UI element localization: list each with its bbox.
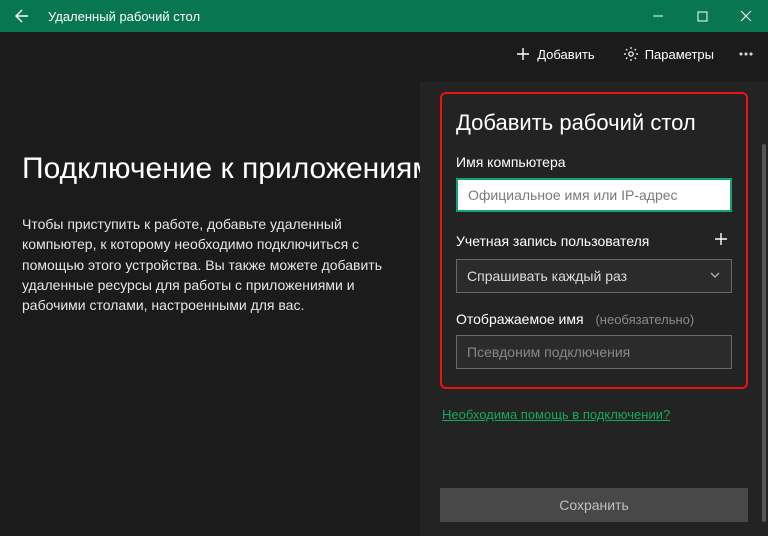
page-heading: Подключение к приложениям <box>22 152 420 186</box>
toolbar: Добавить Параметры <box>497 32 768 76</box>
more-button[interactable] <box>732 40 760 68</box>
more-icon <box>738 46 754 62</box>
plus-icon <box>515 46 531 62</box>
maximize-icon <box>697 11 708 22</box>
main-content: Подключение к приложениям Чтобы приступи… <box>0 32 420 315</box>
help-link[interactable]: Необходима помощь в подключении? <box>442 407 748 422</box>
titlebar: Удаленный рабочий стол <box>0 0 768 32</box>
back-button[interactable] <box>0 0 44 32</box>
display-hint: (необязательно) <box>595 312 694 327</box>
save-label: Сохранить <box>559 497 629 513</box>
close-icon <box>740 10 752 22</box>
panel-footer: Сохранить <box>440 488 748 522</box>
account-label: Учетная запись пользователя <box>456 233 649 249</box>
close-button[interactable] <box>724 0 768 32</box>
add-account-button[interactable] <box>710 230 732 251</box>
settings-label: Параметры <box>645 47 714 62</box>
add-button[interactable]: Добавить <box>505 40 604 68</box>
app-title: Удаленный рабочий стол <box>44 9 200 24</box>
highlighted-region: Добавить рабочий стол Имя компьютера Уче… <box>440 92 748 389</box>
display-label-row: Отображаемое имя (необязательно) <box>456 311 732 327</box>
save-button[interactable]: Сохранить <box>440 488 748 522</box>
plus-icon <box>714 232 728 246</box>
account-value: Спрашивать каждый раз <box>467 268 627 284</box>
maximize-button[interactable] <box>680 0 724 32</box>
minimize-icon <box>652 10 664 22</box>
display-label: Отображаемое имя <box>456 311 584 327</box>
pcname-label: Имя компьютера <box>456 154 732 170</box>
scrollbar[interactable] <box>762 144 766 522</box>
account-label-row: Учетная запись пользователя <box>456 230 732 251</box>
settings-button[interactable]: Параметры <box>613 40 724 68</box>
account-select[interactable]: Спрашивать каждый раз <box>456 259 732 293</box>
chevron-down-icon <box>709 269 721 284</box>
arrow-left-icon <box>14 8 30 24</box>
minimize-button[interactable] <box>636 0 680 32</box>
page-description: Чтобы приступить к работе, добавьте удал… <box>22 214 420 315</box>
add-label: Добавить <box>537 47 594 62</box>
add-desktop-panel: Добавить рабочий стол Имя компьютера Уче… <box>420 82 768 536</box>
display-input[interactable] <box>456 335 732 369</box>
panel-title: Добавить рабочий стол <box>456 110 732 136</box>
content-area: Добавить Параметры Подключение к приложе… <box>0 32 768 536</box>
app-window: Удаленный рабочий стол Добавить Параметр… <box>0 0 768 536</box>
gear-icon <box>623 46 639 62</box>
pcname-input[interactable] <box>456 178 732 212</box>
